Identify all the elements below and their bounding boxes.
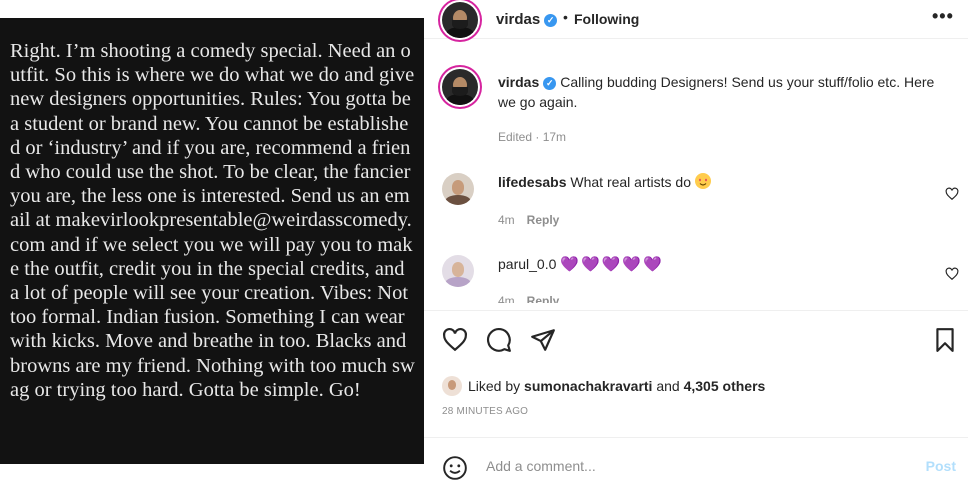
- comment-meta: 4m Reply: [498, 213, 559, 227]
- author-username-text[interactable]: virdas: [496, 11, 540, 28]
- likes-prefix: Liked by: [468, 378, 521, 394]
- likes-count[interactable]: 4,305 others: [684, 378, 766, 394]
- purple-hearts-emoji: 💜💜💜💜💜: [560, 256, 664, 273]
- comment-body: parul_0.0 💜💜💜💜💜: [498, 254, 664, 275]
- reply-button[interactable]: Reply: [527, 294, 560, 303]
- author-username[interactable]: virdas ✓: [496, 11, 558, 28]
- comment-username[interactable]: lifedesabs: [498, 174, 566, 190]
- likes-summary: Liked by sumonachakravarti and 4,305 oth…: [442, 376, 765, 396]
- comment-avatar[interactable]: [442, 173, 474, 205]
- comment-meta: 4m Reply: [498, 294, 559, 303]
- comment-time: 4m: [498, 294, 515, 303]
- post-image-text: Right. I’m shooting a comedy special. Ne…: [10, 40, 415, 401]
- verified-badge-icon: ✓: [543, 77, 557, 90]
- comment-item: lifedesabs What real artists do 4m Reply: [424, 167, 968, 227]
- following-button[interactable]: Following: [574, 11, 639, 27]
- caption-username[interactable]: virdas: [498, 74, 539, 90]
- comment-text: What real artists do: [570, 174, 691, 190]
- post-timestamp: 28 MINUTES AGO: [442, 406, 529, 417]
- author-avatar[interactable]: [442, 2, 478, 38]
- caption-edited: Edited · 17m: [498, 130, 567, 144]
- caption-body: virdas ✓ Calling budding Designers! Send u…: [498, 72, 948, 112]
- verified-badge-icon: ✓: [544, 14, 558, 27]
- like-heart-icon[interactable]: [442, 327, 468, 353]
- post-actions-bar: [424, 310, 968, 367]
- comments-list[interactable]: virdas ✓ Calling budding Designers! Send u…: [424, 39, 968, 303]
- comment-time: 4m: [498, 213, 515, 227]
- save-bookmark-icon[interactable]: [932, 327, 958, 353]
- add-comment-input[interactable]: Add a comment...: [486, 458, 596, 474]
- like-comment-heart-icon[interactable]: [945, 267, 959, 281]
- caption-item: virdas ✓ Calling budding Designers! Send u…: [424, 39, 968, 159]
- likes-and: and: [656, 378, 680, 394]
- reply-button[interactable]: Reply: [527, 213, 560, 227]
- comment-username[interactable]: parul_0.0: [498, 256, 556, 272]
- post-header: virdas ✓ • Following •••: [424, 0, 968, 39]
- caption-text: Calling budding Designers! Send us your …: [498, 74, 935, 110]
- post-image[interactable]: Right. I’m shooting a comedy special. Ne…: [0, 18, 424, 464]
- comment-avatar[interactable]: [442, 255, 474, 287]
- heart-eyes-emoji-icon: [694, 173, 711, 189]
- comment-body: lifedesabs What real artists do: [498, 172, 711, 192]
- more-options-icon[interactable]: •••: [932, 6, 954, 27]
- liker-username[interactable]: sumonachakravarti: [524, 378, 652, 394]
- add-comment-bar: Add a comment... Post: [424, 437, 968, 498]
- liker-avatar[interactable]: [442, 376, 462, 396]
- post-comment-button[interactable]: Post: [926, 458, 956, 474]
- emoji-smiley-icon[interactable]: [442, 455, 468, 481]
- instagram-post-view: Right. I’m shooting a comedy special. Ne…: [0, 0, 968, 497]
- comment-bubble-icon[interactable]: [486, 327, 512, 353]
- like-comment-heart-icon[interactable]: [945, 187, 959, 201]
- post-sidebar: virdas ✓ • Following ••• virdas ✓ Calling b…: [424, 0, 968, 497]
- comment-item: parul_0.0 💜💜💜💜💜 4m Reply: [424, 251, 968, 303]
- separator-dot: •: [563, 9, 568, 25]
- share-send-icon[interactable]: [530, 327, 556, 353]
- caption-avatar[interactable]: [442, 69, 478, 105]
